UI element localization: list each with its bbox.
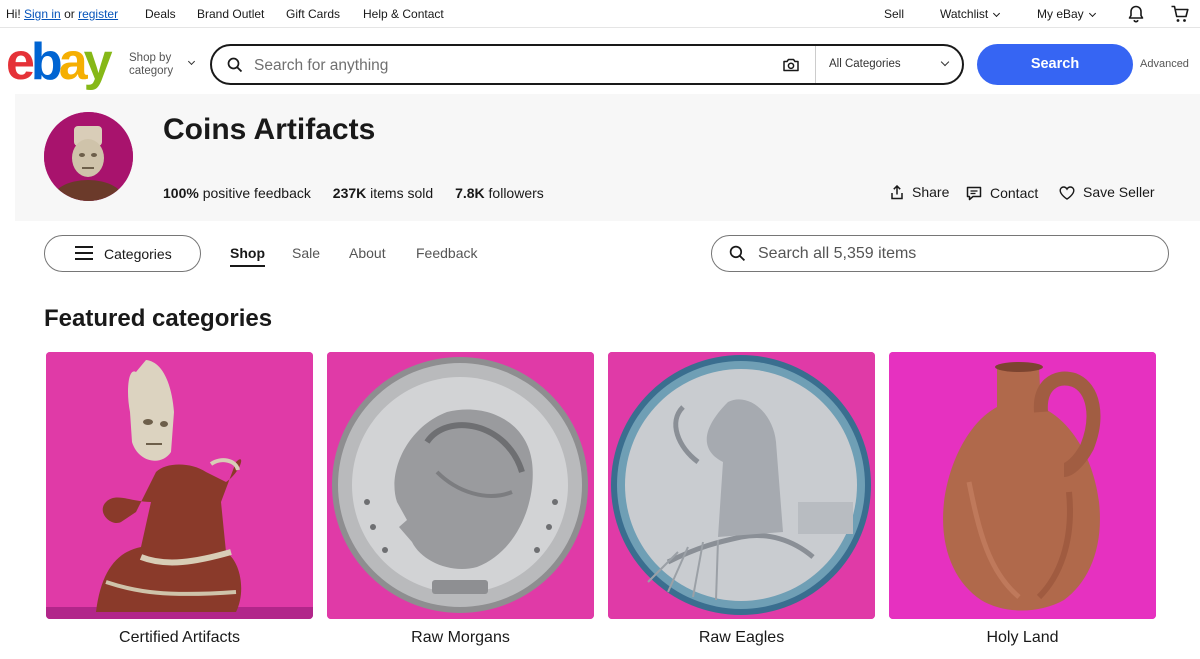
save-seller-button[interactable]: Save Seller [1059,184,1155,200]
greeting-text: Hi! [6,7,21,21]
watchlist-menu[interactable]: Watchlist [940,7,1001,21]
search-button[interactable]: Search [977,44,1133,85]
hamburger-menu-icon [75,246,93,260]
sell-link[interactable]: Sell [884,7,904,21]
tab-feedback[interactable]: Feedback [416,245,477,261]
or-text: or [64,7,75,21]
logo-letter-y: y [83,33,113,91]
categories-button[interactable]: Categories [44,235,201,272]
share-icon [891,184,903,200]
category-select[interactable]: All Categories [829,58,901,70]
cart-icon[interactable] [1170,4,1190,24]
category-card-raw-morgans[interactable]: Raw Morgans [327,352,594,647]
shop-by-category-button[interactable]: Shop by category [129,52,196,78]
watchlist-label: Watchlist [940,7,989,21]
share-button[interactable]: Share [890,184,949,200]
tab-sale[interactable]: Sale [292,245,320,261]
category-card-holy-land[interactable]: Holy Land [889,352,1156,647]
chevron-down-icon [187,57,196,66]
seller-name: Coins Artifacts [163,113,376,146]
store-search-input[interactable]: Search all 5,359 items [758,245,916,263]
store-search-bar: Search all 5,359 items [711,235,1169,272]
followers-label: followers [488,185,544,201]
message-icon [966,186,982,201]
brand-outlet-link[interactable]: Brand Outlet [197,7,264,21]
clay-jug-image [889,352,1156,619]
search-icon [227,57,243,73]
search-input[interactable]: Search for anything [254,57,388,75]
notification-bell-icon[interactable] [1126,4,1146,24]
share-label: Share [912,184,950,200]
category-card-label: Raw Morgans [411,629,510,646]
category-card-label: Raw Eagles [698,629,785,646]
shop-by-line1: Shop by [129,52,172,64]
chevron-down-icon [940,57,950,67]
logo-letter-e: e [6,33,35,91]
items-sold-stat: 237K items sold [333,185,433,201]
help-contact-link[interactable]: Help & Contact [363,7,444,21]
deals-link[interactable]: Deals [145,7,176,21]
contact-button[interactable]: Contact [966,185,1038,201]
top-bar: Hi! Sign in or register Deals Brand Outl… [0,0,1200,28]
register-link[interactable]: register [78,7,118,21]
clay-figure-image [46,352,313,619]
sold-label: items sold [370,185,434,201]
category-card-raw-eagles[interactable]: Raw Eagles [608,352,875,647]
my-ebay-menu[interactable]: My eBay [1037,7,1096,21]
feedback-label: positive feedback [202,185,311,201]
logo-letter-a: a [58,33,88,91]
search-icon [729,245,746,262]
advanced-search-link[interactable]: Advanced [1140,58,1189,70]
followers-stat: 7.8K followers [455,185,544,201]
gift-cards-link[interactable]: Gift Cards [286,7,340,21]
camera-icon[interactable] [782,56,800,74]
followers-value: 7.8K [455,185,485,201]
logo-letter-b: b [30,33,63,91]
avatar [44,112,133,201]
ebay-logo[interactable]: ebay [6,33,113,91]
search-divider [815,46,816,83]
contact-label: Contact [990,185,1039,201]
feedback-stat[interactable]: 100% positive feedback [163,185,311,201]
search-bar: Search for anything All Categories [210,44,964,85]
chevron-down-icon [1088,9,1096,18]
silver-eagle-image [608,352,875,619]
feedback-value: 100% [163,185,199,201]
heart-icon [1059,186,1075,200]
greeting: Hi! Sign in or register [6,7,118,21]
chevron-down-icon [993,9,1001,18]
shop-by-line2: category [129,65,174,77]
sold-value: 237K [332,185,367,201]
category-card-label: Certified Artifacts [119,629,240,646]
featured-categories-heading: Featured categories [44,305,273,332]
category-card-certified-artifacts[interactable]: Certified Artifacts [46,352,313,647]
category-card-label: Holy Land [986,629,1059,646]
tab-about[interactable]: About [349,245,386,261]
save-seller-label: Save Seller [1083,184,1155,200]
sign-in-link[interactable]: Sign in [24,7,61,21]
morgan-dollar-image [327,352,594,619]
categories-label: Categories [104,246,172,262]
seller-stats: 100% positive feedback 237K items sold 7… [163,185,562,201]
my-ebay-label: My eBay [1037,7,1084,21]
tab-shop[interactable]: Shop [230,245,265,267]
